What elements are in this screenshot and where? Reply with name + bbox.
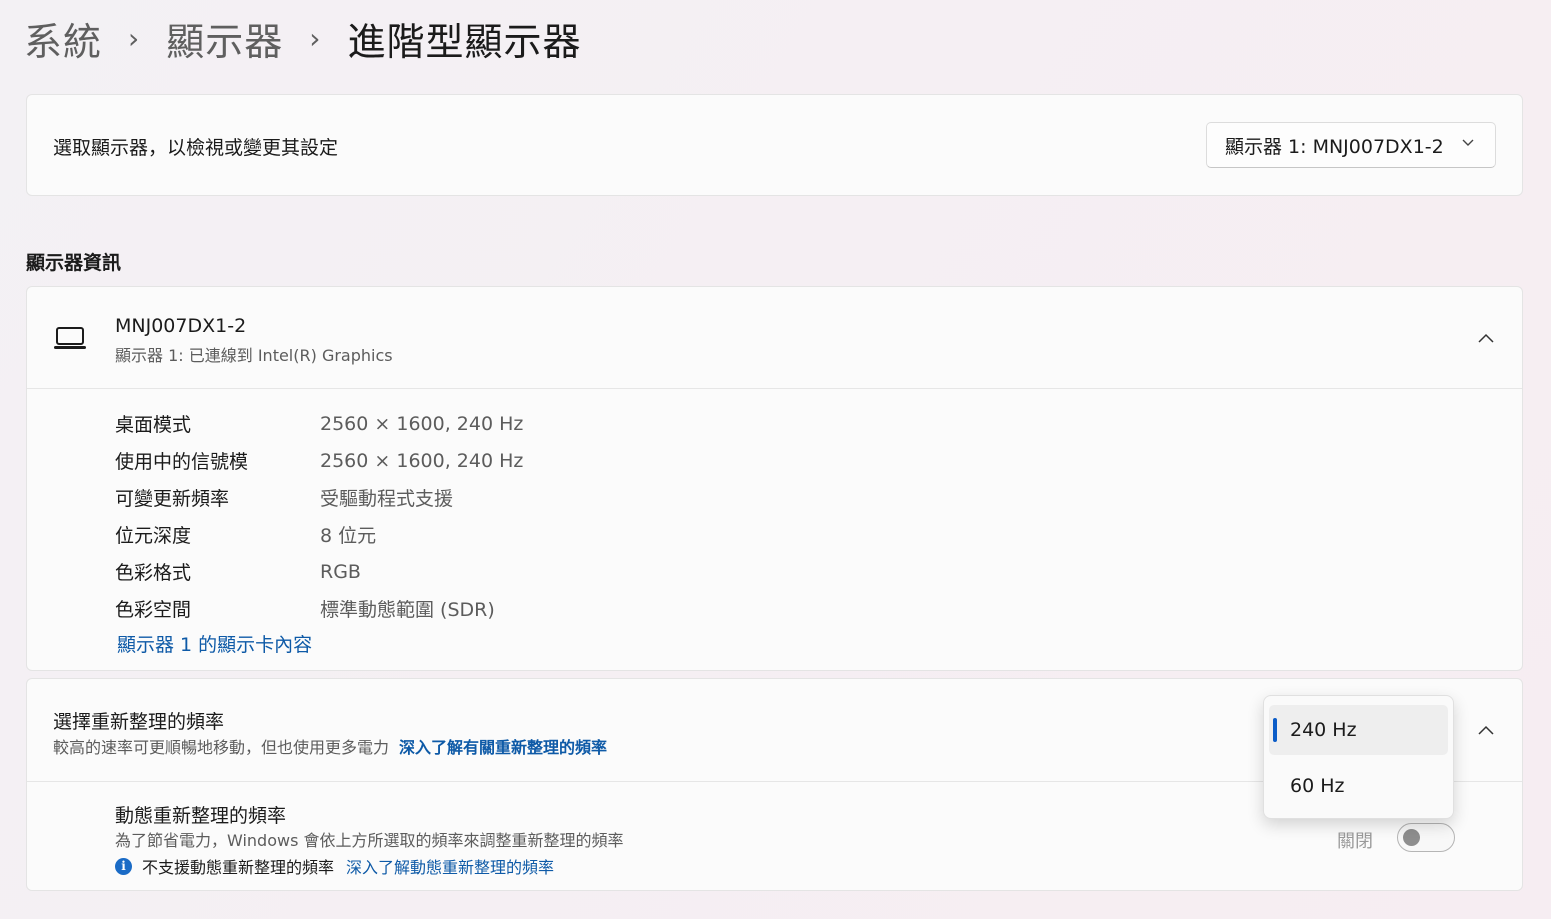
toggle-knob	[1403, 829, 1420, 846]
refresh-rate-title: 選擇重新整理的頻率	[53, 711, 225, 733]
chevron-right-icon: ›	[128, 21, 141, 55]
info-row: 使用中的信號模 2560 × 1600, 240 Hz	[115, 442, 523, 479]
dynamic-refresh-title: 動態重新整理的頻率	[115, 805, 287, 827]
toggle-state-label: 關閉	[1337, 831, 1373, 852]
display-name: MNJ007DX1-2	[115, 315, 247, 337]
dynamic-refresh-subtitle: 為了節省電力，Windows 會依上方所選取的頻率來調整重新整理的頻率	[115, 831, 624, 850]
info-row: 可變更新頻率 受驅動程式支援	[115, 479, 523, 516]
page-title: 進階型顯示器	[347, 19, 582, 64]
info-key: 色彩空間	[115, 599, 192, 621]
info-key: 可變更新頻率	[115, 488, 230, 510]
info-value: 標準動態範圍 (SDR)	[320, 599, 495, 621]
dynamic-refresh-learn-link[interactable]: 深入了解動態重新整理的頻率	[346, 854, 554, 878]
refresh-rate-flyout: 240 Hz 60 Hz	[1263, 695, 1454, 819]
info-key: 使用中的信號模	[115, 451, 249, 473]
info-value: 8 位元	[320, 525, 377, 547]
info-value: 2560 × 1600, 240 Hz	[320, 412, 524, 435]
display-info-card: MNJ007DX1-2 顯示器 1: 已連線到 Intel(R) Graphic…	[26, 286, 1523, 671]
info-icon: i	[115, 857, 132, 875]
breadcrumb-display[interactable]: 顯示器	[166, 11, 283, 66]
dynamic-refresh-unsupported: 不支援動態重新整理的頻率	[142, 858, 335, 877]
info-row: 位元深度 8 位元	[115, 516, 523, 553]
info-row: 桌面模式 2560 × 1600, 240 Hz	[115, 405, 523, 442]
refresh-rate-description: 較高的速率可更順暢地移動，但也使用更多電力 深入了解有關重新整理的頻率	[53, 734, 607, 758]
display-info-header[interactable]: MNJ007DX1-2 顯示器 1: 已連線到 Intel(R) Graphic…	[27, 287, 1522, 389]
laptop-icon	[54, 327, 86, 349]
refresh-option-240[interactable]: 240 Hz	[1269, 705, 1448, 755]
info-value: 受驅動程式支援	[320, 488, 454, 510]
info-key: 桌面模式	[115, 414, 192, 436]
refresh-option-60[interactable]: 60 Hz	[1269, 761, 1448, 811]
display-connection: 顯示器 1: 已連線到 Intel(R) Graphics	[115, 346, 393, 365]
refresh-learn-more-link[interactable]: 深入了解有關重新整理的頻率	[399, 738, 607, 757]
info-value: 2560 × 1600, 240 Hz	[320, 449, 524, 472]
info-key: 位元深度	[115, 525, 192, 547]
select-display-card: 選取顯示器，以檢視或變更其設定 顯示器 1: MNJ007DX1-2	[26, 94, 1523, 196]
dynamic-refresh-toggle[interactable]	[1397, 823, 1455, 852]
chevron-down-icon	[1462, 139, 1474, 146]
info-key: 色彩格式	[115, 562, 192, 584]
info-value: RGB	[320, 560, 361, 583]
breadcrumb-system[interactable]: 系統	[24, 11, 102, 66]
info-row: 色彩格式 RGB	[115, 553, 523, 590]
chevron-up-icon[interactable]	[1476, 329, 1496, 349]
display-dropdown[interactable]: 顯示器 1: MNJ007DX1-2	[1206, 122, 1496, 168]
dynamic-refresh-note: i 不支援動態重新整理的頻率 深入了解動態重新整理的頻率	[115, 854, 554, 878]
chevron-up-icon[interactable]	[1476, 721, 1496, 741]
display-info-list: 桌面模式 2560 × 1600, 240 Hz 使用中的信號模 2560 × 16…	[115, 405, 523, 627]
adapter-properties-link[interactable]: 顯示器 1 的顯示卡內容	[117, 630, 312, 657]
display-dropdown-value: 顯示器 1: MNJ007DX1-2	[1225, 135, 1444, 158]
refresh-rate-subtitle: 較高的速率可更順暢地移動，但也使用更多電力	[53, 738, 390, 757]
chevron-right-icon: ›	[309, 21, 322, 55]
select-display-label: 選取顯示器，以檢視或變更其設定	[53, 137, 339, 159]
info-row: 色彩空間 標準動態範圍 (SDR)	[115, 590, 523, 627]
section-title-display-info: 顯示器資訊	[26, 252, 122, 274]
breadcrumb: 系統 › 顯示器 › 進階型顯示器	[24, 8, 581, 68]
